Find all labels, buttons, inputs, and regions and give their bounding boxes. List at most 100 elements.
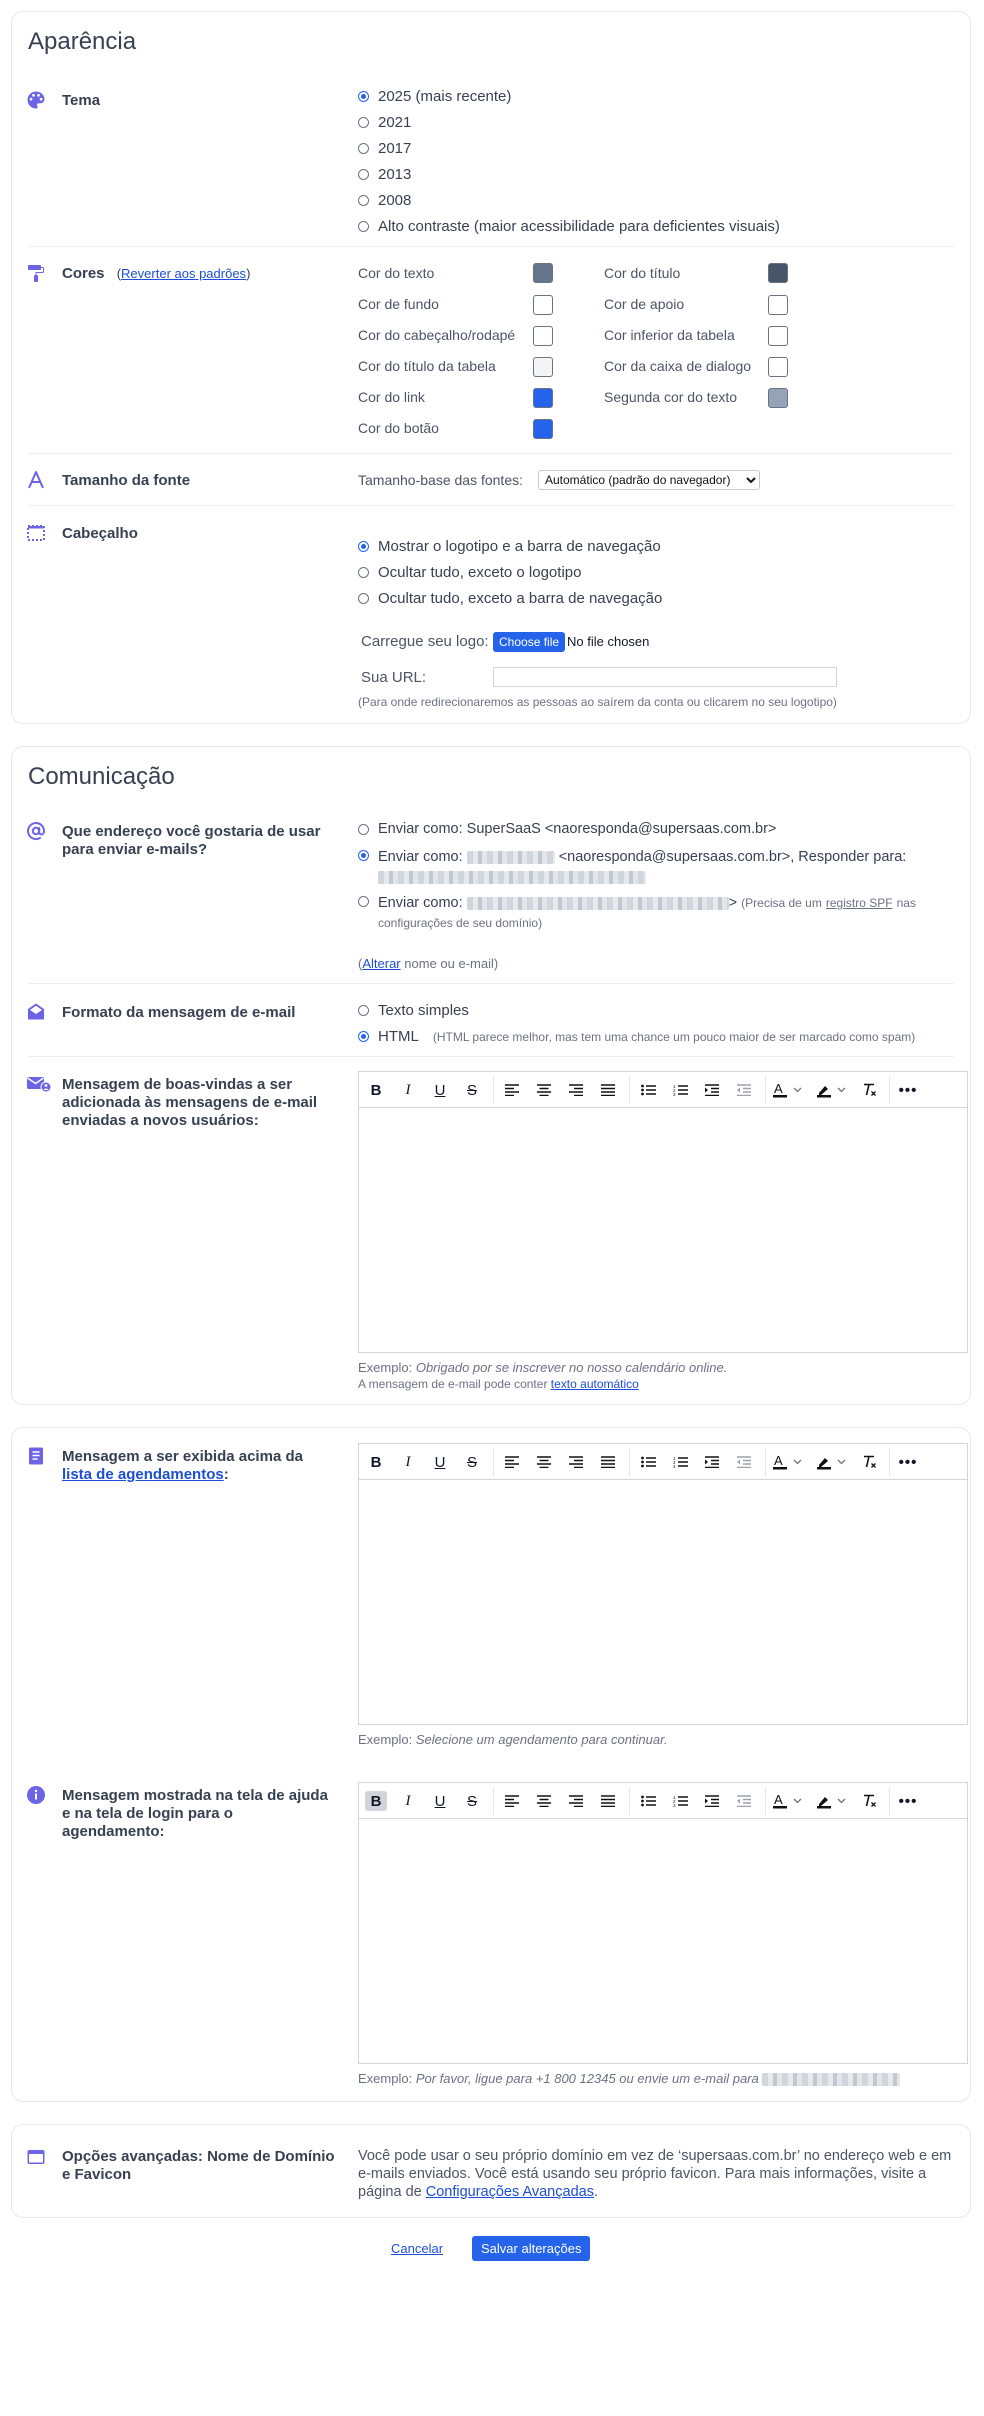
align-center-icon[interactable] — [533, 1452, 555, 1472]
reset-colors-link[interactable]: Reverter aos padrões — [121, 266, 246, 281]
welcome-message-editor[interactable]: B I U S 123 A ••• — [358, 1071, 968, 1353]
clear-format-icon[interactable] — [859, 1452, 881, 1472]
more-options-icon[interactable]: ••• — [897, 1452, 919, 1472]
advanced-settings-link[interactable]: Configurações Avançadas — [426, 2184, 594, 2200]
header-radio[interactable] — [358, 567, 369, 578]
numbered-list-icon[interactable]: 123 — [669, 1080, 691, 1100]
align-center-icon[interactable] — [533, 1791, 555, 1811]
align-justify-icon[interactable] — [597, 1452, 619, 1472]
bullet-list-icon[interactable] — [637, 1452, 659, 1472]
theme-radio[interactable] — [358, 117, 369, 128]
auto-text-link[interactable]: texto automático — [551, 1377, 639, 1391]
header-option-nav-only[interactable]: Ocultar tudo, exceto a barra de navegaçã… — [358, 590, 662, 607]
save-button[interactable]: Salvar alterações — [472, 2236, 591, 2261]
theme-radio[interactable] — [358, 221, 369, 232]
url-input[interactable] — [493, 667, 837, 687]
bullet-list-icon[interactable] — [637, 1080, 659, 1100]
theme-option-2013[interactable]: 2013 — [358, 166, 411, 183]
header-radio[interactable] — [358, 593, 369, 604]
color-dialog-swatch[interactable] — [768, 357, 788, 377]
italic-button[interactable]: I — [397, 1791, 419, 1811]
outdent-icon[interactable] — [733, 1452, 755, 1472]
format-radio[interactable] — [358, 1031, 369, 1042]
sender-option-supersaas[interactable]: Enviar como: SuperSaaS <naoresponda@supe… — [358, 821, 776, 837]
text-color-icon[interactable]: A — [773, 1791, 809, 1811]
underline-button[interactable]: U — [429, 1791, 451, 1811]
align-justify-icon[interactable] — [597, 1080, 619, 1100]
sender-radio[interactable] — [358, 823, 369, 835]
bold-button[interactable]: B — [365, 1791, 387, 1811]
theme-radio[interactable] — [358, 91, 369, 102]
align-left-icon[interactable] — [501, 1080, 523, 1100]
theme-radio[interactable] — [358, 195, 369, 206]
strikethrough-button[interactable]: S — [461, 1791, 483, 1811]
align-left-icon[interactable] — [501, 1452, 523, 1472]
spf-record-link[interactable]: registro SPF — [826, 896, 893, 910]
color-support-swatch[interactable] — [768, 295, 788, 315]
align-justify-icon[interactable] — [597, 1791, 619, 1811]
align-left-icon[interactable] — [501, 1791, 523, 1811]
highlight-color-icon[interactable] — [817, 1791, 853, 1811]
theme-option-2008[interactable]: 2008 — [358, 192, 411, 209]
header-option-logo-only[interactable]: Ocultar tudo, exceto o logotipo — [358, 564, 581, 581]
theme-option-2021[interactable]: 2021 — [358, 114, 411, 131]
help-message-editor[interactable]: B I U S 123 A ••• — [358, 1782, 968, 2064]
indent-icon[interactable] — [701, 1080, 723, 1100]
sender-radio[interactable] — [358, 896, 369, 907]
indent-icon[interactable] — [701, 1791, 723, 1811]
clear-format-icon[interactable] — [859, 1080, 881, 1100]
highlight-color-icon[interactable] — [817, 1080, 853, 1100]
strikethrough-button[interactable]: S — [461, 1080, 483, 1100]
format-radio[interactable] — [358, 1005, 369, 1016]
theme-radio[interactable] — [358, 169, 369, 180]
choose-file-button[interactable]: Choose file — [493, 632, 566, 652]
underline-button[interactable]: U — [429, 1080, 451, 1100]
sender-radio[interactable] — [358, 850, 369, 861]
header-option-logo-nav[interactable]: Mostrar o logotipo e a barra de navegaçã… — [358, 538, 661, 555]
alter-sender-link[interactable]: Alterar — [362, 956, 400, 971]
format-option-plain[interactable]: Texto simples — [358, 1002, 469, 1019]
italic-button[interactable]: I — [397, 1080, 419, 1100]
color-text-swatch[interactable] — [533, 263, 553, 283]
align-right-icon[interactable] — [565, 1080, 587, 1100]
booking-list-link[interactable]: lista de agendamentos — [62, 1466, 224, 1483]
theme-option-high-contrast[interactable]: Alto contraste (maior acessibilidade par… — [358, 218, 780, 235]
outdent-icon[interactable] — [733, 1791, 755, 1811]
more-options-icon[interactable]: ••• — [897, 1080, 919, 1100]
bullet-list-icon[interactable] — [637, 1791, 659, 1811]
sender-option-custom-name[interactable]: Enviar como: <naoresponda@supersaas.com.… — [358, 847, 958, 887]
above-list-editor[interactable]: B I U S 123 A ••• — [358, 1443, 968, 1725]
text-color-icon[interactable]: A — [773, 1452, 809, 1472]
theme-option-2025[interactable]: 2025 (mais recente) — [358, 88, 511, 105]
color-table-bottom-swatch[interactable] — [768, 326, 788, 346]
strikethrough-button[interactable]: S — [461, 1452, 483, 1472]
color-secondary-text-swatch[interactable] — [768, 388, 788, 408]
numbered-list-icon[interactable]: 123 — [669, 1452, 691, 1472]
italic-button[interactable]: I — [397, 1452, 419, 1472]
color-header-footer-swatch[interactable] — [533, 326, 553, 346]
bold-button[interactable]: B — [365, 1080, 387, 1100]
indent-icon[interactable] — [701, 1452, 723, 1472]
cancel-link[interactable]: Cancelar — [391, 2241, 443, 2256]
highlight-color-icon[interactable] — [817, 1452, 853, 1472]
theme-radio[interactable] — [358, 143, 369, 154]
more-options-icon[interactable]: ••• — [897, 1791, 919, 1811]
header-radio[interactable] — [358, 541, 369, 552]
text-color-icon[interactable]: A — [773, 1080, 809, 1100]
color-button-swatch[interactable] — [533, 419, 553, 439]
color-background-swatch[interactable] — [533, 295, 553, 315]
font-size-select[interactable]: Automático (padrão do navegador) — [538, 470, 760, 490]
align-right-icon[interactable] — [565, 1791, 587, 1811]
sender-option-own-email[interactable]: Enviar como: > (Precisa de um registro S… — [358, 893, 958, 933]
outdent-icon[interactable] — [733, 1080, 755, 1100]
bold-button[interactable]: B — [365, 1452, 387, 1472]
format-option-html[interactable]: HTML (HTML parece melhor, mas tem uma cha… — [358, 1028, 915, 1045]
clear-format-icon[interactable] — [859, 1791, 881, 1811]
color-link-swatch[interactable] — [533, 388, 553, 408]
underline-button[interactable]: U — [429, 1452, 451, 1472]
theme-option-2017[interactable]: 2017 — [358, 140, 411, 157]
color-title-swatch[interactable] — [768, 263, 788, 283]
align-center-icon[interactable] — [533, 1080, 555, 1100]
color-table-title-swatch[interactable] — [533, 357, 553, 377]
numbered-list-icon[interactable]: 123 — [669, 1791, 691, 1811]
